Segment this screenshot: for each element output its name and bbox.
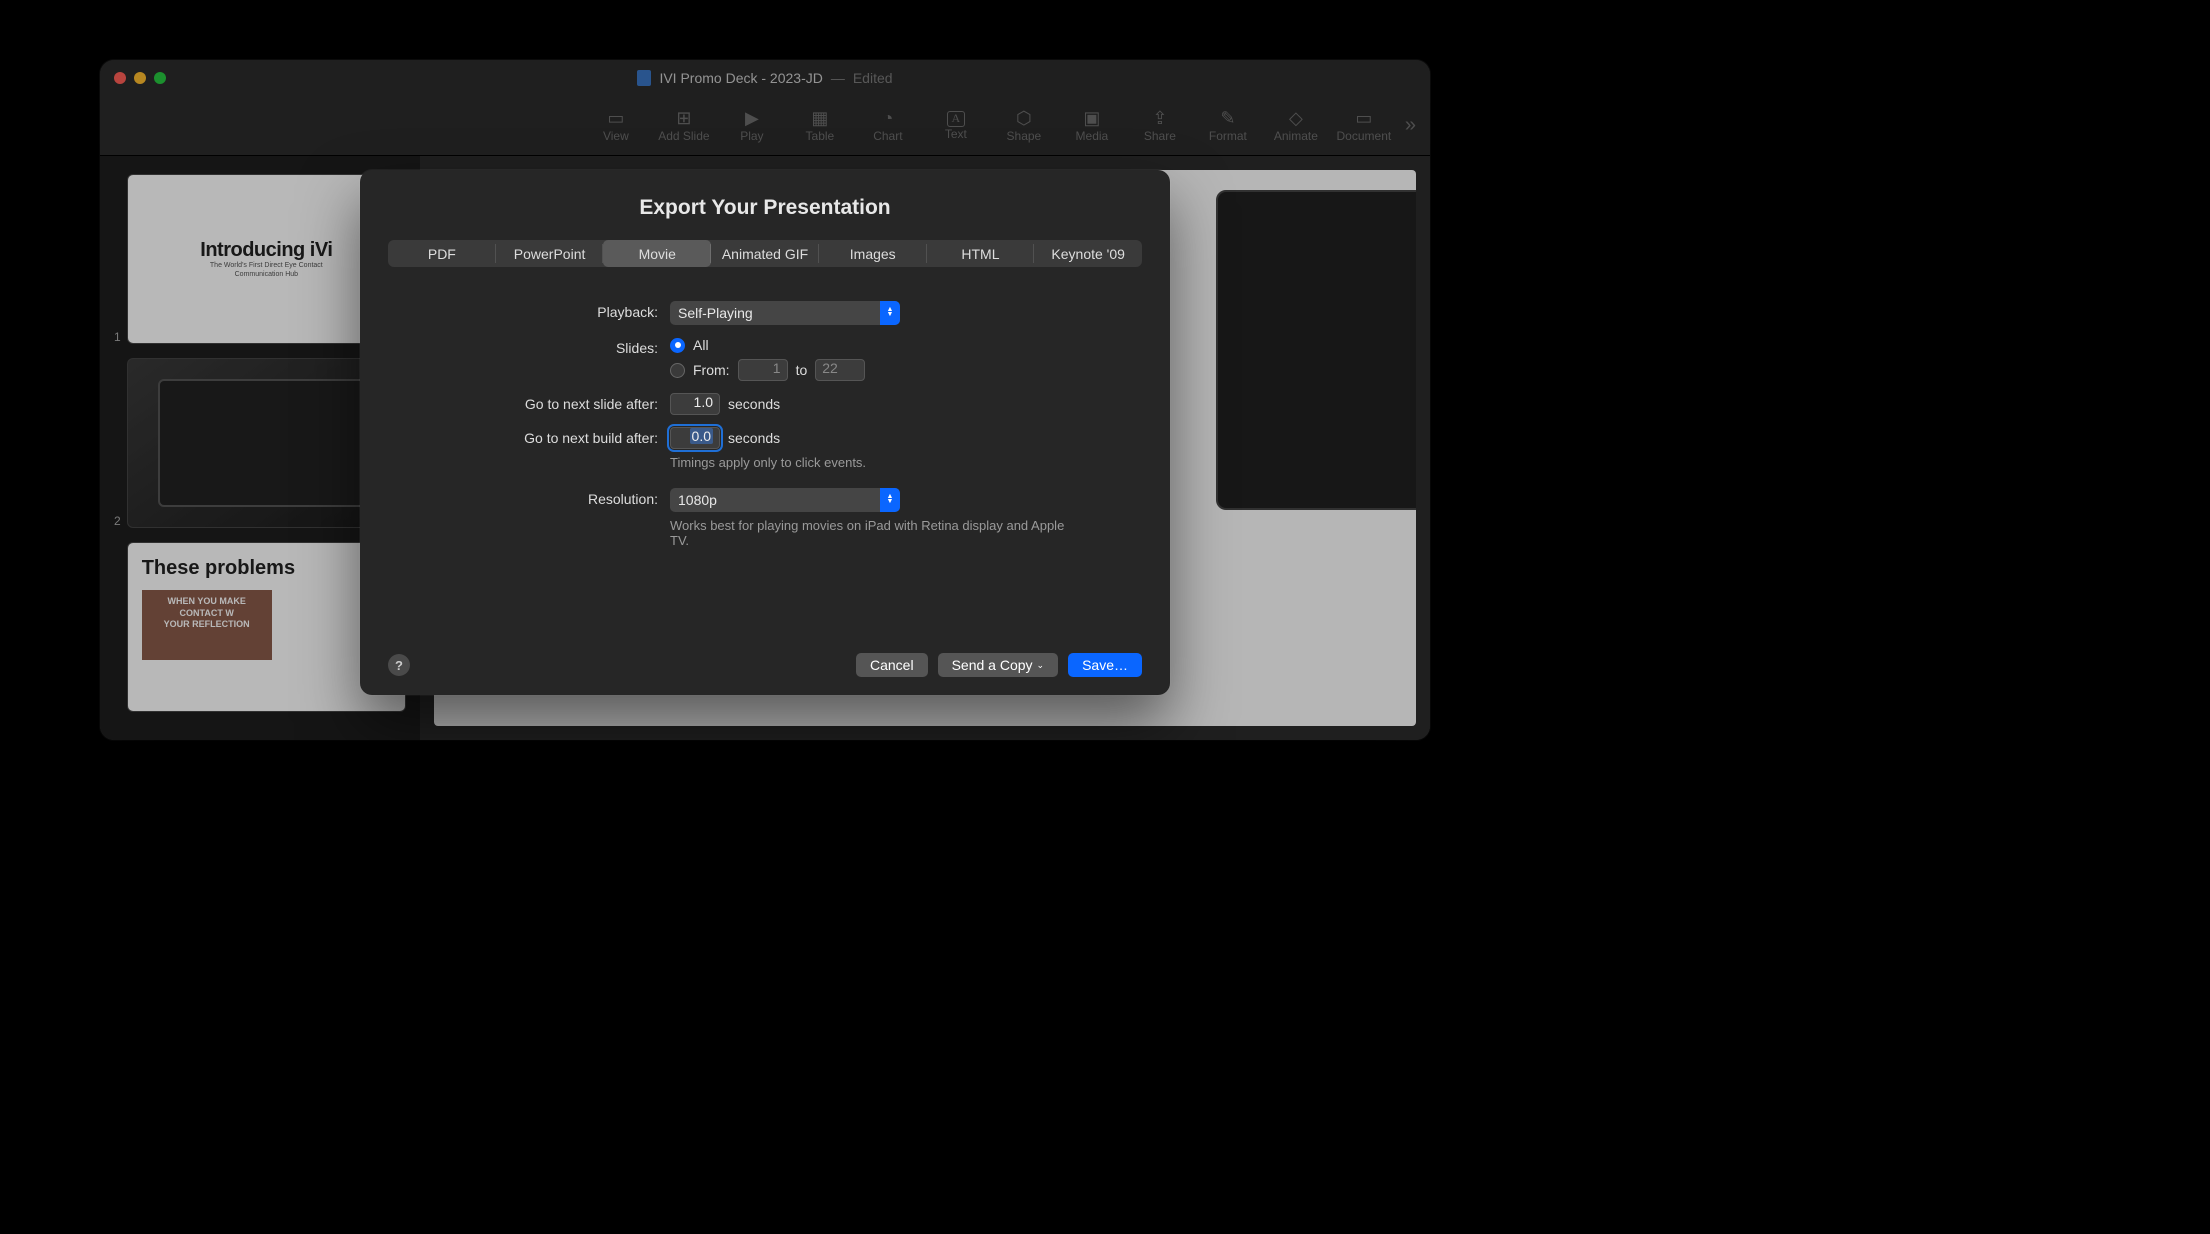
next-build-label: Go to next build after:: [396, 427, 658, 446]
resolution-hint: Works best for playing movies on iPad wi…: [670, 518, 1080, 548]
resolution-select[interactable]: 1080p ▲▼: [670, 488, 900, 512]
tab-images[interactable]: Images: [819, 240, 927, 267]
chevron-updown-icon: ▲▼: [880, 488, 900, 512]
playback-select[interactable]: Self-Playing ▲▼: [670, 301, 900, 325]
next-slide-label: Go to next slide after:: [396, 393, 658, 412]
next-build-input[interactable]: 0.0: [670, 427, 720, 449]
all-slides-label: All: [693, 337, 709, 353]
timing-hint: Timings apply only to click events.: [670, 455, 1080, 470]
chevron-down-icon: ⌄: [1037, 660, 1045, 671]
radio-slide-range[interactable]: [670, 363, 685, 378]
tab-html[interactable]: HTML: [927, 240, 1035, 267]
resolution-label: Resolution:: [396, 488, 658, 507]
from-slide-input[interactable]: 1: [738, 359, 788, 381]
export-format-tabs: PDF PowerPoint Movie Animated GIF Images…: [388, 240, 1142, 267]
seconds-label: seconds: [728, 430, 780, 446]
app-window: IVI Promo Deck - 2023-JD — Edited ▭View …: [100, 60, 1430, 740]
to-label: to: [796, 362, 808, 378]
help-button[interactable]: ?: [388, 654, 410, 676]
tab-keynote09[interactable]: Keynote '09: [1034, 240, 1142, 267]
tab-powerpoint[interactable]: PowerPoint: [496, 240, 604, 267]
dialog-title: Export Your Presentation: [388, 196, 1142, 220]
send-copy-button[interactable]: Send a Copy ⌄: [938, 653, 1059, 677]
next-slide-input[interactable]: 1.0: [670, 393, 720, 415]
tab-pdf[interactable]: PDF: [388, 240, 496, 267]
slides-label: Slides:: [396, 337, 658, 356]
dialog-footer: ? Cancel Send a Copy ⌄ Save…: [388, 653, 1142, 677]
from-label: From:: [693, 362, 730, 378]
save-button[interactable]: Save…: [1068, 653, 1142, 677]
seconds-label: seconds: [728, 396, 780, 412]
tab-animated-gif[interactable]: Animated GIF: [711, 240, 819, 267]
tab-movie[interactable]: Movie: [603, 240, 711, 267]
to-slide-input[interactable]: 22: [815, 359, 865, 381]
export-dialog: Export Your Presentation PDF PowerPoint …: [360, 170, 1170, 695]
chevron-updown-icon: ▲▼: [880, 301, 900, 325]
playback-label: Playback:: [396, 301, 658, 320]
radio-all-slides[interactable]: [670, 338, 685, 353]
cancel-button[interactable]: Cancel: [856, 653, 928, 677]
export-form: Playback: Self-Playing ▲▼ Slides: All: [388, 301, 1142, 548]
